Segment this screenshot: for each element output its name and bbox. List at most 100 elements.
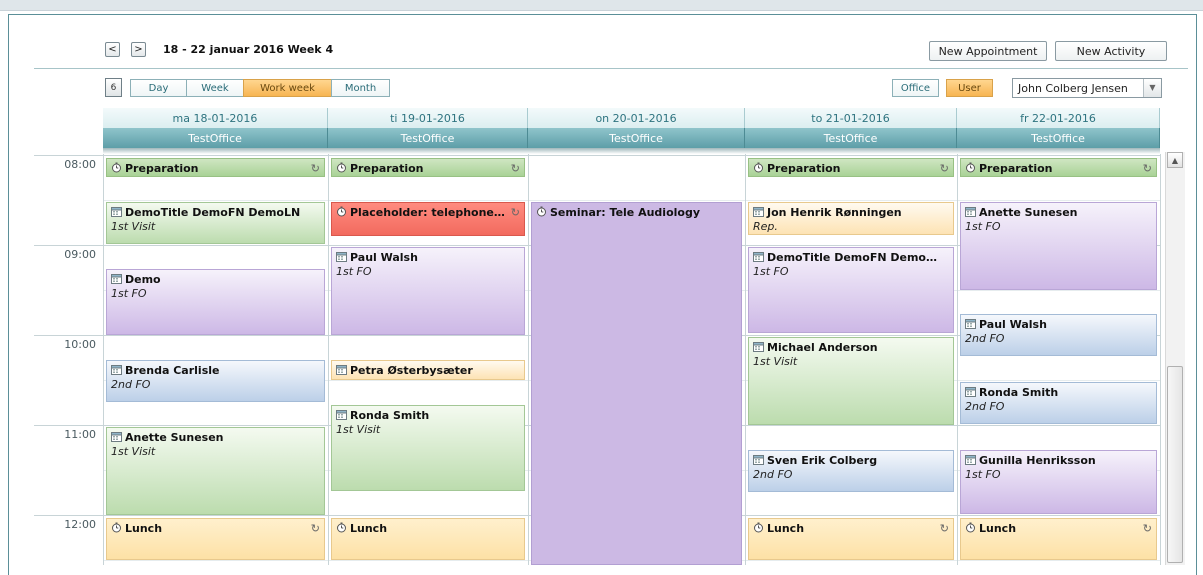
event-title: Preparation bbox=[336, 162, 508, 175]
event-title: Anette Sunesen bbox=[111, 431, 308, 444]
calendar-picker-icon[interactable]: 6 bbox=[105, 78, 122, 97]
calendar-icon bbox=[753, 341, 764, 352]
time-label: 12:00 bbox=[64, 518, 96, 531]
office-header-tue[interactable]: TestOffice bbox=[328, 128, 528, 148]
vertical-scrollbar[interactable]: ▲ bbox=[1165, 152, 1185, 565]
event-subtitle: 1st Visit bbox=[336, 423, 381, 436]
new-activity-button[interactable]: New Activity bbox=[1055, 41, 1167, 61]
event-title: Lunch bbox=[965, 522, 1140, 535]
half-hour-line bbox=[103, 200, 1160, 201]
scroll-up-icon[interactable]: ▲ bbox=[1167, 152, 1183, 168]
day-header-fri[interactable]: fr 22-01-2016 bbox=[957, 108, 1160, 128]
activity-tue-5[interactable]: Lunch bbox=[331, 518, 525, 560]
event-title: DemoTitle DemoFN DemoLN bbox=[753, 251, 937, 264]
appointment-tue-3[interactable]: Petra Østerbysæter bbox=[331, 360, 525, 380]
appointment-fri-1[interactable]: Anette Sunesen 1st FO bbox=[960, 202, 1157, 290]
activity-mon-5[interactable]: Lunch ↻ bbox=[106, 518, 325, 560]
activity-fri-0[interactable]: Preparation ↻ bbox=[960, 158, 1157, 177]
appointment-tue-4[interactable]: Ronda Smith 1st Visit bbox=[331, 405, 525, 491]
activity-mon-0[interactable]: Preparation ↻ bbox=[106, 158, 325, 177]
appointment-mon-2[interactable]: Demo 1st FO bbox=[106, 269, 325, 335]
scope-user-button[interactable]: User bbox=[946, 79, 993, 97]
calendar-icon bbox=[753, 454, 764, 465]
event-title: Preparation bbox=[965, 162, 1140, 175]
office-header-wed[interactable]: TestOffice bbox=[528, 128, 745, 148]
toolbar-divider bbox=[34, 68, 1188, 69]
scrollbar-thumb[interactable] bbox=[1167, 366, 1183, 563]
event-title: Anette Sunesen bbox=[965, 206, 1140, 219]
calendar-icon bbox=[336, 251, 347, 262]
stopwatch-icon bbox=[753, 522, 764, 533]
stopwatch-icon bbox=[965, 522, 976, 533]
appointment-fri-2[interactable]: Paul Walsh 2nd FO bbox=[960, 314, 1157, 356]
calendar-icon bbox=[753, 251, 764, 262]
stopwatch-icon bbox=[336, 522, 347, 533]
event-title: Gunilla Henriksson bbox=[965, 454, 1140, 467]
event-subtitle: 1st FO bbox=[965, 220, 1001, 233]
event-subtitle: 1st FO bbox=[753, 265, 789, 278]
appointment-tue-2[interactable]: Paul Walsh 1st FO bbox=[331, 247, 525, 335]
view-day-button[interactable]: Day bbox=[130, 79, 187, 97]
event-title-text: Michael Anderson bbox=[767, 341, 878, 354]
event-subtitle: 1st FO bbox=[336, 265, 372, 278]
event-title-text: Brenda Carlisle bbox=[125, 364, 220, 377]
view-work-week-button[interactable]: Work week bbox=[243, 79, 332, 97]
recurring-icon: ↻ bbox=[939, 162, 949, 175]
recurring-icon: ↻ bbox=[310, 522, 320, 535]
office-header-thu[interactable]: TestOffice bbox=[745, 128, 957, 148]
event-title-text: Preparation bbox=[125, 162, 199, 175]
event-title: Brenda Carlisle bbox=[111, 364, 308, 377]
appointment-fri-3[interactable]: Ronda Smith 2nd FO bbox=[960, 382, 1157, 424]
appointment-mon-1[interactable]: DemoTitle DemoFN DemoLN 1st Visit bbox=[106, 202, 325, 244]
recurring-icon: ↻ bbox=[310, 162, 320, 175]
appointment-mon-4[interactable]: Anette Sunesen 1st Visit bbox=[106, 427, 325, 515]
recurring-icon: ↻ bbox=[1142, 162, 1152, 175]
appointment-fri-4[interactable]: Gunilla Henriksson 1st FO bbox=[960, 450, 1157, 514]
event-title-text: Lunch bbox=[125, 522, 163, 535]
day-header-thu[interactable]: to 21-01-2016 bbox=[745, 108, 957, 128]
appointment-thu-2[interactable]: DemoTitle DemoFN DemoLN 1st FO bbox=[748, 247, 954, 333]
event-title-text: Lunch bbox=[767, 522, 805, 535]
next-week-button[interactable]: > bbox=[131, 42, 146, 57]
event-title-text: Jon Henrik Rønningen bbox=[767, 206, 902, 219]
appointment-thu-1[interactable]: Jon Henrik Rønningen Rep. bbox=[748, 202, 954, 235]
event-subtitle: Rep. bbox=[753, 220, 778, 233]
dropdown-arrow-icon[interactable]: ▼ bbox=[1143, 79, 1161, 97]
office-header-fri[interactable]: TestOffice bbox=[957, 128, 1160, 148]
activity-wed-0[interactable]: Seminar: Tele Audiology bbox=[531, 202, 742, 565]
appointment-mon-3[interactable]: Brenda Carlisle 2nd FO bbox=[106, 360, 325, 402]
view-month-button[interactable]: Month bbox=[331, 79, 390, 97]
event-title: Jon Henrik Rønningen bbox=[753, 206, 937, 219]
event-title: Lunch bbox=[111, 522, 308, 535]
recurring-icon: ↻ bbox=[510, 162, 520, 175]
new-appointment-button[interactable]: New Appointment bbox=[929, 41, 1047, 61]
day-header-wed[interactable]: on 20-01-2016 bbox=[528, 108, 745, 128]
appointment-thu-4[interactable]: Sven Erik Colberg 2nd FO bbox=[748, 450, 954, 492]
scope-office-button[interactable]: Office bbox=[892, 79, 939, 97]
activity-tue-1[interactable]: Placeholder: telephone con...↻ bbox=[331, 202, 525, 236]
event-title: Placeholder: telephone con... bbox=[336, 206, 508, 219]
appointment-thu-3[interactable]: Michael Anderson 1st Visit bbox=[748, 337, 954, 425]
calendar-icon bbox=[111, 364, 122, 375]
activity-thu-0[interactable]: Preparation ↻ bbox=[748, 158, 954, 177]
column-line bbox=[328, 154, 329, 565]
event-title-text: DemoTitle DemoFN DemoLN bbox=[125, 206, 301, 219]
calendar-icon bbox=[965, 454, 976, 465]
day-header-mon[interactable]: ma 18-01-2016 bbox=[103, 108, 328, 128]
office-header-mon[interactable]: TestOffice bbox=[103, 128, 328, 148]
view-week-button[interactable]: Week bbox=[186, 79, 244, 97]
event-title: Ronda Smith bbox=[336, 409, 508, 422]
event-title-text: Preparation bbox=[767, 162, 841, 175]
stopwatch-icon bbox=[336, 162, 347, 173]
activity-fri-5[interactable]: Lunch ↻ bbox=[960, 518, 1157, 560]
event-title-text: Placeholder: telephone con... bbox=[350, 206, 508, 219]
activity-tue-0[interactable]: Preparation ↻ bbox=[331, 158, 525, 177]
prev-week-button[interactable]: < bbox=[105, 42, 120, 57]
user-select[interactable]: John Colberg Jensen ▼ bbox=[1012, 78, 1162, 98]
event-title: Preparation bbox=[111, 162, 308, 175]
time-label: 09:00 bbox=[64, 248, 96, 261]
day-header-tue[interactable]: ti 19-01-2016 bbox=[328, 108, 528, 128]
event-title-text: Demo bbox=[125, 273, 161, 286]
activity-thu-5[interactable]: Lunch ↻ bbox=[748, 518, 954, 560]
calendar-icon bbox=[753, 206, 764, 217]
